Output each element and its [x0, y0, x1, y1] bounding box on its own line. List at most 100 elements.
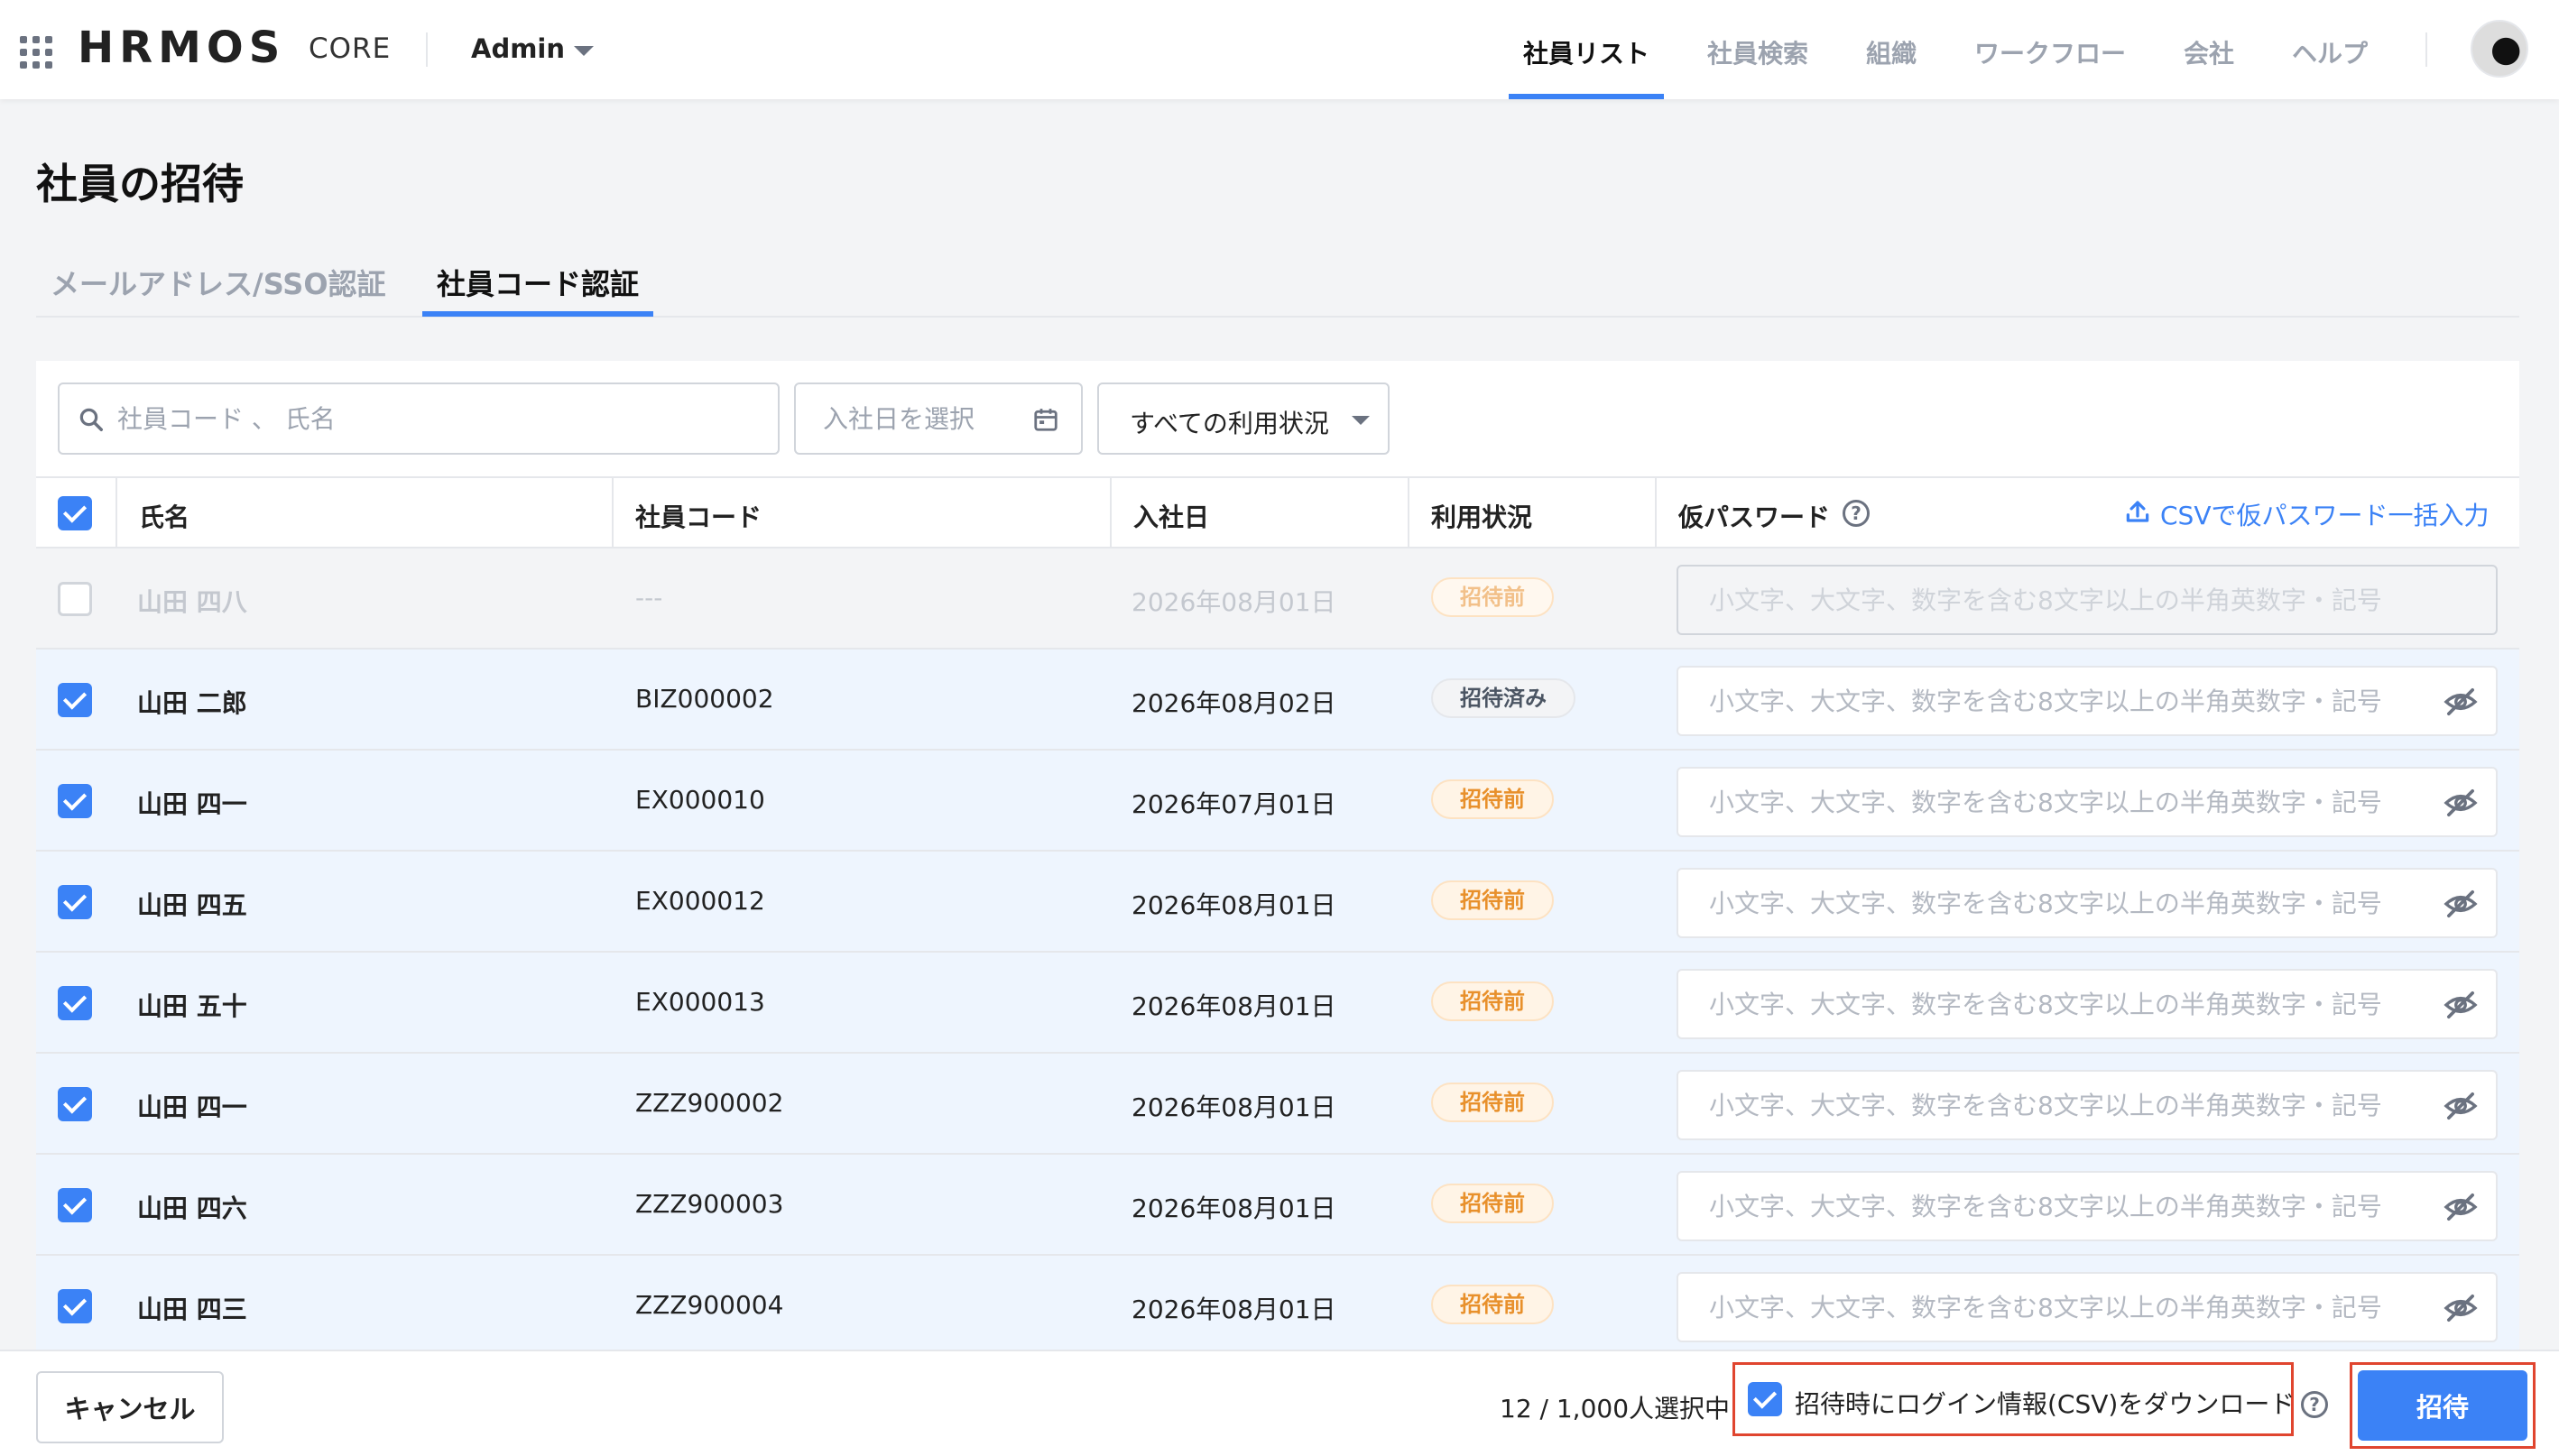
- nav-active-indicator: [1509, 94, 1664, 99]
- table-row[interactable]: 山田 四五 EX000012 2026年08月01日 招待前: [36, 852, 2519, 953]
- search-input[interactable]: [117, 384, 749, 453]
- employee-name: 山田 四一: [137, 789, 247, 819]
- join-date: 2026年08月01日: [1132, 991, 1336, 1021]
- temp-password-input[interactable]: [1709, 870, 2431, 936]
- download-login-info-checkbox[interactable]: [1748, 1382, 1782, 1416]
- download-login-info-option[interactable]: 招待時にログイン情報(CSV)をダウンロード: [1732, 1362, 2295, 1436]
- org-switcher[interactable]: Admin: [471, 33, 565, 64]
- chevron-down-icon[interactable]: [574, 46, 594, 56]
- table-row[interactable]: 山田 二郎 BIZ000002 2026年08月02日 招待済み: [36, 650, 2519, 751]
- nav-workflow[interactable]: ワークフロー: [1974, 34, 2126, 70]
- temp-password-field[interactable]: [1677, 969, 2498, 1039]
- employee-name: 山田 四五: [137, 890, 247, 920]
- eye-off-icon[interactable]: [2444, 686, 2478, 718]
- table-row[interactable]: 山田 四一 ZZZ900002 2026年08月01日 招待前: [36, 1054, 2519, 1155]
- temp-password-field[interactable]: [1677, 1272, 2498, 1342]
- column-divider: [1110, 478, 1112, 548]
- tab-email-sso-auth[interactable]: メールアドレス/SSO認証: [51, 262, 386, 303]
- row-checkbox[interactable]: [58, 784, 92, 818]
- tab-employee-code-auth[interactable]: 社員コード認証: [437, 262, 639, 303]
- join-date-input[interactable]: [823, 384, 1021, 453]
- app-logo-subtitle: CORE: [309, 32, 392, 65]
- user-avatar[interactable]: [2471, 20, 2528, 78]
- app-logo[interactable]: HRMOS: [78, 23, 285, 73]
- download-login-info-label[interactable]: 招待時にログイン情報(CSV)をダウンロード: [1795, 1385, 2295, 1421]
- help-icon[interactable]: ?: [2301, 1391, 2328, 1418]
- table-row[interactable]: 山田 五十 EX000013 2026年08月01日 招待前: [36, 953, 2519, 1054]
- help-icon[interactable]: ?: [1843, 500, 1870, 527]
- join-date: 2026年08月01日: [1132, 890, 1336, 920]
- temp-password-input[interactable]: [1709, 668, 2431, 734]
- nav-employee-list[interactable]: 社員リスト: [1523, 34, 1649, 70]
- employee-name: 山田 四一: [137, 1092, 247, 1122]
- eye-off-icon[interactable]: [2444, 1292, 2478, 1324]
- search-field[interactable]: [58, 382, 780, 455]
- employee-code: EX000013: [635, 987, 765, 1017]
- column-divider: [1655, 478, 1657, 548]
- employee-code: ---: [635, 583, 663, 613]
- row-checkbox[interactable]: [58, 1087, 92, 1121]
- action-footer: キャンセル 12 / 1,000人選択中 招待時にログイン情報(CSV)をダウン…: [0, 1350, 2559, 1456]
- nav-help[interactable]: ヘルプ: [2292, 34, 2368, 70]
- cancel-button[interactable]: キャンセル: [36, 1371, 224, 1443]
- temp-password-input: [1709, 567, 2431, 633]
- row-checkbox[interactable]: [58, 683, 92, 717]
- temp-password-field[interactable]: [1677, 1070, 2498, 1140]
- column-header-join-date[interactable]: 入社日: [1133, 498, 1209, 534]
- temp-password-field[interactable]: [1677, 666, 2498, 736]
- temp-password-input[interactable]: [1709, 769, 2431, 835]
- invite-button[interactable]: 招待: [2358, 1370, 2527, 1441]
- upload-icon[interactable]: [2124, 498, 2151, 525]
- status-badge: 招待前: [1431, 779, 1554, 819]
- temp-password-field[interactable]: [1677, 868, 2498, 938]
- row-checkbox[interactable]: [58, 1289, 92, 1323]
- join-date: 2026年08月01日: [1132, 587, 1336, 617]
- row-checkbox[interactable]: [58, 1188, 92, 1222]
- tabs-divider: [36, 316, 2519, 318]
- eye-off-icon[interactable]: [2444, 989, 2478, 1021]
- employee-name: 山田 四三: [137, 1295, 247, 1324]
- column-divider: [1408, 478, 1409, 548]
- usage-status-select[interactable]: すべての利用状況: [1097, 382, 1390, 455]
- status-badge: 招待前: [1431, 1083, 1554, 1122]
- row-checkbox: [58, 582, 92, 616]
- nav-company[interactable]: 会社: [2184, 34, 2234, 70]
- column-header-temp-password: 仮パスワード: [1678, 502, 1831, 532]
- table-row[interactable]: 山田 四三 ZZZ900004 2026年08月01日 招待前: [36, 1256, 2519, 1357]
- table-row[interactable]: 山田 四六 ZZZ900003 2026年08月01日 招待前: [36, 1155, 2519, 1256]
- nav-organization[interactable]: 組織: [1866, 34, 1917, 70]
- eye-off-icon[interactable]: [2444, 787, 2478, 819]
- row-checkbox[interactable]: [58, 885, 92, 919]
- eye-off-icon[interactable]: [2444, 1090, 2478, 1122]
- column-header-usage-status[interactable]: 利用状況: [1431, 498, 1532, 534]
- table-row[interactable]: 山田 四一 EX000010 2026年07月01日 招待前: [36, 751, 2519, 852]
- temp-password-input[interactable]: [1709, 1274, 2431, 1341]
- app-launcher-icon[interactable]: [20, 36, 52, 69]
- nav-employee-search[interactable]: 社員検索: [1707, 34, 1808, 70]
- employee-name: 山田 四八: [137, 587, 247, 617]
- employee-name: 山田 二郎: [137, 688, 247, 718]
- search-icon: [79, 408, 103, 431]
- csv-bulk-password-link[interactable]: CSVで仮パスワード一括入力: [2160, 496, 2489, 532]
- temp-password-input[interactable]: [1709, 971, 2431, 1037]
- status-badge: 招待前: [1431, 880, 1554, 920]
- temp-password-field[interactable]: [1677, 767, 2498, 837]
- temp-password-field: [1677, 565, 2498, 635]
- join-date: 2026年07月01日: [1132, 789, 1336, 819]
- temp-password-input[interactable]: [1709, 1173, 2431, 1239]
- row-checkbox[interactable]: [58, 986, 92, 1020]
- eye-off-icon[interactable]: [2444, 1191, 2478, 1223]
- temp-password-input[interactable]: [1709, 1072, 2431, 1138]
- temp-password-field[interactable]: [1677, 1171, 2498, 1241]
- status-badge: 招待前: [1431, 981, 1554, 1021]
- employee-code: EX000010: [635, 785, 765, 815]
- column-header-employee-code[interactable]: 社員コード: [635, 498, 762, 534]
- calendar-icon[interactable]: [1032, 406, 1059, 433]
- status-badge: 招待前: [1431, 1184, 1554, 1223]
- select-all-checkbox[interactable]: [58, 496, 92, 530]
- status-badge: 招待済み: [1431, 678, 1575, 718]
- join-date-picker[interactable]: [794, 382, 1083, 455]
- column-header-name[interactable]: 氏名: [139, 498, 189, 534]
- column-divider: [115, 478, 117, 548]
- eye-off-icon[interactable]: [2444, 888, 2478, 920]
